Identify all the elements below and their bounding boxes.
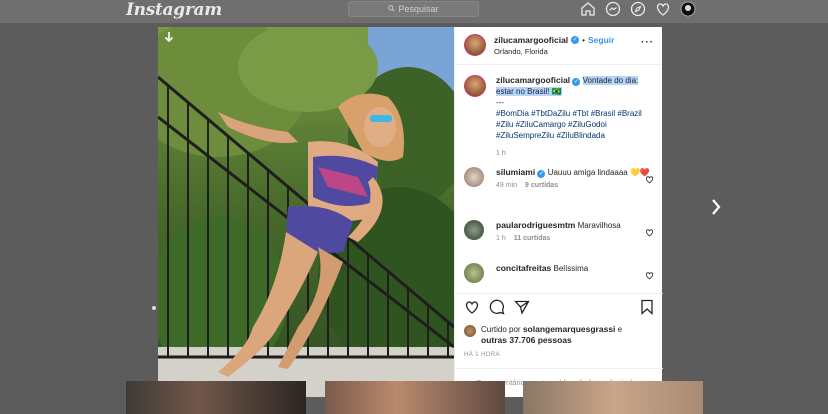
verified-badge-icon: ✓	[571, 36, 580, 44]
post-timestamp[interactable]: HÁ 1 HORA	[464, 352, 500, 358]
comment-icon[interactable]	[489, 299, 505, 315]
caption-avatar[interactable]	[464, 75, 486, 97]
author-username[interactable]: zilucamargooficial	[494, 35, 568, 45]
profile-avatar[interactable]	[680, 1, 696, 17]
separator-dot: •	[582, 35, 585, 45]
share-icon[interactable]	[514, 299, 530, 315]
post-location[interactable]: Orlando, Florida	[494, 47, 548, 56]
comment-item: silumiami ✓ Uauuu amiga lindaaaa 💛❤️ 49 …	[464, 167, 656, 189]
comment-time: 1 h	[496, 235, 506, 242]
like-comment-icon[interactable]	[645, 267, 654, 280]
comment-text: Maravilhosa	[577, 221, 621, 230]
home-icon[interactable]	[580, 1, 596, 17]
nav-icons	[580, 0, 696, 18]
top-navbar: Instagram Pesquisar	[0, 0, 828, 24]
explore-icon[interactable]	[630, 1, 646, 17]
photo-scene	[158, 27, 454, 397]
comment-item: paularodriguesmtm Maravilhosa 1 h 11 curt…	[464, 220, 656, 242]
comment-time: 49 min	[496, 182, 518, 189]
caption-separator: ---	[496, 98, 504, 107]
likes-summary: Curtido por solangemarquesgrassi e outra…	[464, 324, 654, 346]
comment-item: concitafreitas Belíssima	[464, 263, 656, 283]
next-post-arrow-icon[interactable]	[708, 196, 724, 218]
save-bookmark-icon[interactable]	[639, 299, 655, 315]
download-icon[interactable]	[164, 31, 174, 43]
more-options-icon[interactable]: ···	[641, 37, 654, 48]
search-input[interactable]: Pesquisar	[348, 1, 479, 17]
commenter-avatar[interactable]	[464, 167, 484, 187]
liker-avatar[interactable]	[464, 325, 476, 337]
like-comment-icon[interactable]	[645, 171, 654, 184]
caption-time: 1 h	[496, 150, 506, 157]
post-modal: zilucamargooficial ✓ • Seguir Orlando, F…	[158, 27, 663, 397]
likes-count[interactable]: outras 37.706 pessoas	[481, 335, 572, 345]
commenter-avatar[interactable]	[464, 220, 484, 240]
caption-hashtags[interactable]: #BomDia #TbtDaZilu #Tbt #Brasil #Brazil …	[496, 109, 642, 140]
search-icon	[388, 2, 396, 16]
comments-list[interactable]: zilucamargooficial ✓ Vontade do dia: est…	[455, 65, 663, 293]
caption-username[interactable]: zilucamargooficial	[496, 75, 570, 85]
comment-text: Belíssima	[553, 264, 589, 273]
likes-and: e	[617, 325, 623, 334]
commenter-avatar[interactable]	[464, 263, 484, 283]
verified-badge-icon: ✓	[537, 170, 546, 178]
likes-prefix: Curtido por	[481, 325, 521, 334]
post-photo[interactable]	[158, 27, 454, 397]
comment-username[interactable]: silumiami	[496, 167, 535, 177]
activity-heart-icon[interactable]	[655, 1, 671, 17]
verified-badge-icon: ✓	[572, 78, 581, 86]
liker-username[interactable]: solangemarquesgrassi	[523, 324, 616, 334]
comment-username[interactable]: paularodriguesmtm	[496, 220, 575, 230]
comment-text: Uauuu amiga lindaaaa 💛❤️	[547, 168, 650, 177]
post-caption: zilucamargooficial ✓ Vontade do dia: est…	[464, 75, 654, 159]
grid-thumbnail[interactable]	[325, 381, 505, 414]
follow-button[interactable]: Seguir	[588, 35, 614, 45]
search-placeholder: Pesquisar	[398, 4, 439, 14]
grid-thumbnail[interactable]	[126, 381, 306, 414]
prev-arrow-icon[interactable]	[151, 300, 157, 310]
comment-likes[interactable]: 11 curtidas	[514, 235, 551, 242]
comment-likes[interactable]: 9 curtidas	[525, 182, 558, 189]
like-icon[interactable]	[464, 299, 480, 315]
post-sidebar: zilucamargooficial ✓ • Seguir Orlando, F…	[454, 27, 663, 397]
instagram-logo[interactable]: Instagram	[126, 0, 222, 20]
grid-thumbnail[interactable]	[523, 381, 703, 414]
author-avatar[interactable]	[464, 34, 486, 56]
like-comment-icon[interactable]	[645, 224, 654, 237]
post-header: zilucamargooficial ✓ • Seguir Orlando, F…	[455, 27, 662, 65]
messenger-icon[interactable]	[605, 1, 621, 17]
comment-username[interactable]: concitafreitas	[496, 263, 551, 273]
